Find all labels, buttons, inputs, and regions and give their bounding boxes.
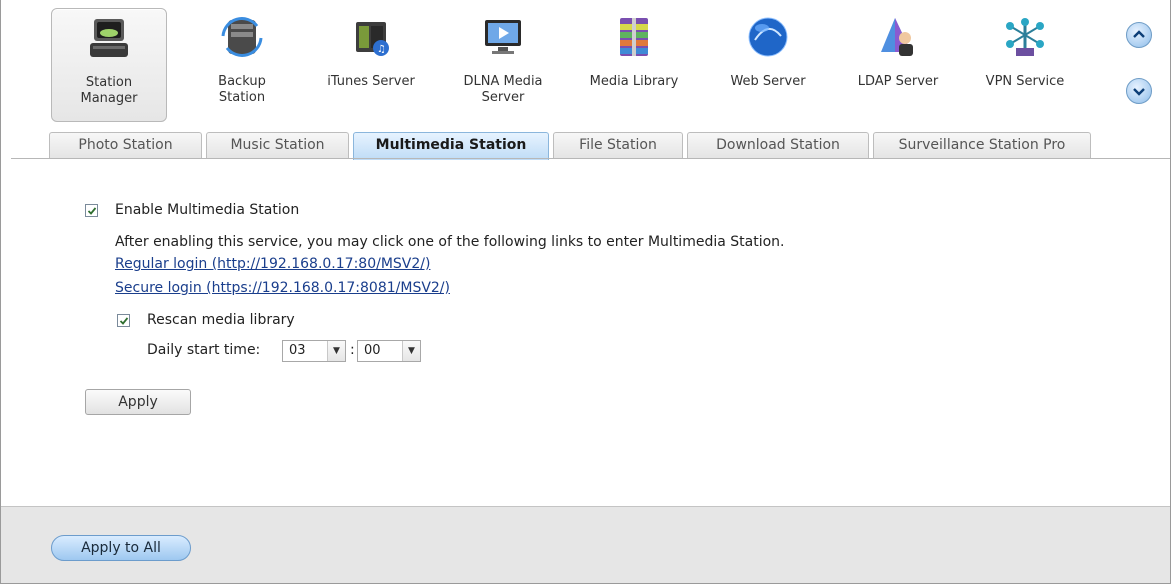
tab-music-station[interactable]: Music Station — [206, 132, 349, 159]
toolbar-backup-station[interactable]: Backup Station — [187, 8, 297, 122]
toolbar-label: Web Server — [709, 74, 827, 90]
chevron-down-icon: ▼ — [402, 341, 420, 361]
media-library-icon — [620, 18, 648, 56]
toolbar-label: LDAP Server — [839, 74, 957, 90]
scroll-up-button[interactable] — [1126, 22, 1152, 48]
toolbar-label-line-1: Backup — [218, 74, 266, 89]
toolbar-label-line-2: Manager — [80, 91, 138, 106]
dlna-media-server-icon — [485, 20, 521, 54]
enable-multimedia-station-label: Enable Multimedia Station — [115, 202, 300, 218]
chevron-down-icon: ▼ — [327, 341, 345, 361]
toolbar-label: DLNA Media Server — [447, 74, 559, 106]
tab-multimedia-station[interactable]: Multimedia Station — [353, 132, 549, 160]
chevron-down-icon — [1133, 88, 1145, 96]
toolbar-label-line-1: LDAP Server — [857, 74, 939, 89]
window-frame: Station Manager Backup Station ♫ iTunes Se… — [0, 0, 1171, 584]
enable-multimedia-station-checkbox[interactable] — [85, 204, 98, 217]
app-toolbar: Station Manager Backup Station ♫ iTunes Se… — [1, 0, 1170, 132]
regular-login-link[interactable]: Regular login (http://192.168.0.17:80/MS… — [115, 256, 430, 272]
hour-select[interactable]: 03 ▼ — [282, 340, 346, 362]
rescan-media-library-checkbox[interactable] — [117, 314, 130, 327]
service-description: After enabling this service, you may cli… — [115, 234, 785, 250]
daily-start-time-label: Daily start time: — [147, 342, 261, 358]
toolbar-station-manager[interactable]: Station Manager — [51, 8, 167, 122]
toolbar-media-library[interactable]: Media Library — [573, 8, 695, 122]
hour-value: 03 — [289, 343, 306, 358]
tab-download-station[interactable]: Download Station — [687, 132, 869, 159]
toolbar-label-line-2: Server — [481, 90, 525, 105]
time-separator: : — [350, 342, 355, 358]
toolbar-label: Media Library — [573, 74, 695, 90]
toolbar-label-line-1: VPN Service — [985, 74, 1065, 89]
toolbar-label: Backup Station — [187, 74, 297, 106]
toolbar-label-line-1: Web Server — [730, 74, 806, 89]
checkmark-icon — [87, 207, 97, 215]
toolbar-label-line-1: DLNA Media — [463, 74, 543, 89]
apply-button[interactable]: Apply — [85, 389, 191, 415]
chevron-up-icon — [1133, 30, 1145, 38]
toolbar-vpn-service[interactable]: VPN Service — [969, 8, 1081, 122]
svg-text:♫: ♫ — [377, 44, 386, 55]
footer-bar: Apply to All — [1, 506, 1170, 583]
toolbar-label-line-1: Media Library — [589, 74, 679, 89]
ldap-server-icon — [881, 18, 913, 56]
minute-value: 00 — [364, 343, 381, 358]
toolbar-label: Station Manager — [52, 75, 166, 107]
checkmark-icon — [119, 317, 129, 325]
tab-file-station[interactable]: File Station — [553, 132, 683, 159]
toolbar-itunes-server[interactable]: ♫ iTunes Server — [311, 8, 431, 122]
toolbar-label-line-2: Station — [218, 90, 266, 105]
rescan-media-library-label: Rescan media library — [147, 312, 295, 328]
toolbar-label-line-1: Station — [85, 75, 133, 90]
minute-select[interactable]: 00 ▼ — [357, 340, 421, 362]
station-manager-icon — [90, 19, 128, 57]
toolbar-label: VPN Service — [969, 74, 1081, 90]
toolbar-label: iTunes Server — [311, 74, 431, 90]
backup-station-icon — [221, 17, 263, 57]
web-server-icon — [748, 17, 788, 57]
multimedia-station-panel: Enable Multimedia Station After enabling… — [1, 160, 1170, 506]
apply-to-all-button[interactable]: Apply to All — [51, 535, 191, 561]
itunes-server-icon: ♫ — [356, 22, 389, 56]
scroll-down-button[interactable] — [1126, 78, 1152, 104]
vpn-service-icon — [1006, 18, 1044, 56]
tab-photo-station[interactable]: Photo Station — [49, 132, 202, 159]
toolbar-web-server[interactable]: Web Server — [709, 8, 827, 122]
tab-divider — [11, 158, 1170, 159]
toolbar-label-line-1: iTunes Server — [327, 74, 415, 89]
toolbar-dlna-media-server[interactable]: DLNA Media Server — [447, 8, 559, 122]
secure-login-link[interactable]: Secure login (https://192.168.0.17:8081/… — [115, 280, 450, 296]
toolbar-ldap-server[interactable]: LDAP Server — [839, 8, 957, 122]
tab-surveillance-station-pro[interactable]: Surveillance Station Pro — [873, 132, 1091, 159]
